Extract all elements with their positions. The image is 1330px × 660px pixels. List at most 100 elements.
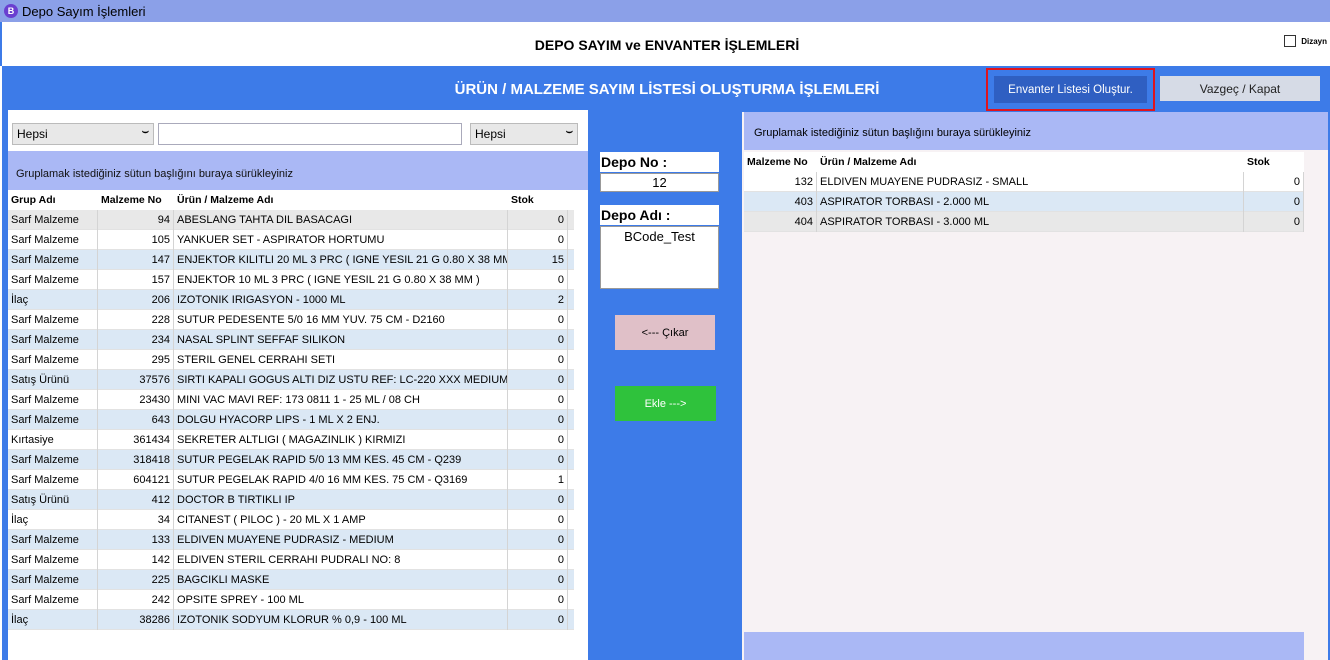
- dizayn-toggle[interactable]: Dizayn: [1284, 35, 1327, 47]
- table-row[interactable]: İlaç 38286 IZOTONIK SODYUM KLORUR % 0,9 - …: [8, 609, 574, 630]
- table-cell: 0: [1244, 171, 1304, 192]
- table-cell: 403: [744, 191, 817, 212]
- table-cell: 361434: [98, 429, 174, 450]
- table-row[interactable]: Sarf Malzeme 105 YANKUER SET - ASPIRATOR H…: [8, 229, 574, 250]
- table-row[interactable]: Sarf Malzeme 142 ELDIVEN STERIL CERRAHI PU…: [8, 549, 574, 570]
- table-row[interactable]: Sarf Malzeme 242 OPSITE SPREY - 100 ML 0: [8, 589, 574, 610]
- depo-no-field[interactable]: 12: [600, 173, 719, 192]
- table-row[interactable]: Sarf Malzeme 23430 MINI VAC MAVI REF: 173 …: [8, 389, 574, 410]
- table-cell: Sarf Malzeme: [8, 569, 98, 590]
- table-cell: IZOTONIK SODYUM KLORUR % 0,9 - 100 ML: [174, 609, 508, 630]
- table-cell: Sarf Malzeme: [8, 469, 98, 490]
- cikar-button[interactable]: <--- Çıkar: [615, 315, 715, 350]
- column-header-malzeme-no[interactable]: Malzeme No: [98, 190, 174, 210]
- column-header-urun-adi[interactable]: Ürün / Malzeme Adı: [817, 152, 1244, 172]
- table-row[interactable]: Sarf Malzeme 147 ENJEKTOR KILITLI 20 ML 3 …: [8, 249, 574, 270]
- table-cell: 0: [508, 369, 568, 390]
- vertical-scrollbar[interactable]: [574, 190, 588, 660]
- table-cell: Sarf Malzeme: [8, 269, 98, 290]
- ekle-button[interactable]: Ekle --->: [615, 386, 716, 421]
- table-cell: Sarf Malzeme: [8, 249, 98, 270]
- table-cell: 0: [508, 409, 568, 430]
- column-header-stok[interactable]: Stok: [508, 190, 568, 210]
- table-cell: 157: [98, 269, 174, 290]
- table-row[interactable]: 404 ASPIRATOR TORBASI - 3.000 ML 0: [744, 211, 1304, 232]
- table-cell: İlaç: [8, 289, 98, 310]
- table-cell: 0: [508, 309, 568, 330]
- count-grid: Malzeme No Ürün / Malzeme Adı Stok 132 EL…: [744, 152, 1304, 232]
- table-row[interactable]: Sarf Malzeme 234 NASAL SPLINT SEFFAF SILIK…: [8, 329, 574, 350]
- table-row[interactable]: Satış Ürünü 412 DOCTOR B TIRTIKLI IP 0: [8, 489, 574, 510]
- table-cell: 0: [508, 269, 568, 290]
- table-row[interactable]: Kırtasiye 361434 SEKRETER ALTLIGI ( MAGAZI…: [8, 429, 574, 450]
- table-cell: IZOTONIK IRIGASYON - 1000 ML: [174, 289, 508, 310]
- table-cell: ENJEKTOR KILITLI 20 ML 3 PRC ( IGNE YESI…: [174, 249, 508, 270]
- table-row[interactable]: Sarf Malzeme 604121 SUTUR PEGELAK RAPID 4/…: [8, 469, 574, 490]
- table-cell: SIRTI KAPALI GOGUS ALTI DIZ USTU REF: LC…: [174, 369, 508, 390]
- column-header-stok[interactable]: Stok: [1244, 152, 1304, 172]
- table-cell: SUTUR PEGELAK RAPID 4/0 16 MM KES. 75 CM…: [174, 469, 508, 490]
- main-panel: ÜRÜN / MALZEME SAYIM LİSTESİ OLUŞTURMA İ…: [2, 66, 1330, 660]
- column-header-malzeme-no[interactable]: Malzeme No: [744, 152, 817, 172]
- table-cell: SUTUR PEDESENTE 5/0 16 MM YUV. 75 CM - D…: [174, 309, 508, 330]
- table-cell: Sarf Malzeme: [8, 329, 98, 350]
- table-cell: 0: [508, 509, 568, 530]
- table-row[interactable]: İlaç 206 IZOTONIK IRIGASYON - 1000 ML 2: [8, 289, 574, 310]
- table-cell: Sarf Malzeme: [8, 309, 98, 330]
- table-cell: 37576: [98, 369, 174, 390]
- envanter-listesi-olustur-button[interactable]: Envanter Listesi Oluştur.: [994, 76, 1147, 103]
- group-filter-select[interactable]: Hepsi ⌣: [12, 123, 154, 145]
- table-cell: 132: [744, 171, 817, 192]
- search-input[interactable]: [158, 123, 462, 145]
- chevron-down-icon: ⌣: [141, 126, 149, 138]
- table-cell: MINI VAC MAVI REF: 173 0811 1 - 25 ML / …: [174, 389, 508, 410]
- table-cell: 206: [98, 289, 174, 310]
- table-row[interactable]: Sarf Malzeme 94 ABESLANG TAHTA DIL BASACAG…: [8, 209, 574, 230]
- table-cell: SEKRETER ALTLIGI ( MAGAZINLIK ) KIRMIZI: [174, 429, 508, 450]
- table-cell: 15: [508, 249, 568, 270]
- column-header-grup[interactable]: Grup Adı: [8, 190, 98, 210]
- group-drop-area[interactable]: Gruplamak istediğiniz sütun başlığını bu…: [744, 112, 1328, 150]
- table-row[interactable]: Sarf Malzeme 157 ENJEKTOR 10 ML 3 PRC ( IG…: [8, 269, 574, 290]
- table-cell: Satış Ürünü: [8, 489, 98, 510]
- table-cell: Sarf Malzeme: [8, 229, 98, 250]
- dizayn-label: Dizayn: [1301, 36, 1327, 46]
- depo-adi-field[interactable]: BCode_Test: [600, 226, 719, 289]
- table-cell: ELDIVEN MUAYENE PUDRASIZ - SMALL: [817, 171, 1244, 192]
- page-header: DEPO SAYIM ve ENVANTER İŞLEMLERİ Dizayn: [0, 22, 1330, 66]
- table-row[interactable]: İlaç 34 CITANEST ( PILOC ) - 20 ML X 1 AMP…: [8, 509, 574, 530]
- table-row[interactable]: 403 ASPIRATOR TORBASI - 2.000 ML 0: [744, 191, 1304, 212]
- dizayn-checkbox[interactable]: [1284, 35, 1297, 47]
- table-cell: SUTUR PEGELAK RAPID 5/0 13 MM KES. 45 CM…: [174, 449, 508, 470]
- table-cell: ENJEKTOR 10 ML 3 PRC ( IGNE YESIL 21 G 0…: [174, 269, 508, 290]
- app-logo-icon: B: [4, 4, 18, 18]
- window-title: Depo Sayım İşlemleri: [22, 3, 146, 19]
- table-cell: 23430: [98, 389, 174, 410]
- table-row[interactable]: Sarf Malzeme 228 SUTUR PEDESENTE 5/0 16 MM…: [8, 309, 574, 330]
- table-row[interactable]: Sarf Malzeme 133 ELDIVEN MUAYENE PUDRASIZ …: [8, 529, 574, 550]
- table-cell: 38286: [98, 609, 174, 630]
- table-cell: 0: [1244, 191, 1304, 212]
- table-cell: 643: [98, 409, 174, 430]
- table-row[interactable]: Sarf Malzeme 295 STERIL GENEL CERRAHI SETI…: [8, 349, 574, 370]
- table-cell: 0: [508, 229, 568, 250]
- table-cell: Sarf Malzeme: [8, 549, 98, 570]
- grid-header: Malzeme No Ürün / Malzeme Adı Stok: [744, 152, 1304, 172]
- table-row[interactable]: Sarf Malzeme 643 DOLGU HYACORP LIPS - 1 ML…: [8, 409, 574, 430]
- group-drop-area[interactable]: Gruplamak istediğiniz sütun başlığını bu…: [8, 151, 588, 190]
- table-row[interactable]: 132 ELDIVEN MUAYENE PUDRASIZ - SMALL 0: [744, 171, 1304, 192]
- column-header-urun-adi[interactable]: Ürün / Malzeme Adı: [174, 190, 508, 210]
- table-cell: 2: [508, 289, 568, 310]
- table-row[interactable]: Sarf Malzeme 318418 SUTUR PEGELAK RAPID 5/…: [8, 449, 574, 470]
- table-cell: Kırtasiye: [8, 429, 98, 450]
- table-row[interactable]: Sarf Malzeme 225 BAGCIKLI MASKE 0: [8, 569, 574, 590]
- table-cell: Sarf Malzeme: [8, 389, 98, 410]
- vazgec-kapat-button[interactable]: Vazgeç / Kapat: [1160, 76, 1320, 101]
- table-cell: 404: [744, 211, 817, 232]
- table-cell: 105: [98, 229, 174, 250]
- stock-filter-select[interactable]: Hepsi ⌣: [470, 123, 578, 145]
- table-cell: 133: [98, 529, 174, 550]
- table-cell: 0: [508, 529, 568, 550]
- table-row[interactable]: Satış Ürünü 37576 SIRTI KAPALI GOGUS ALTI …: [8, 369, 574, 390]
- table-cell: Sarf Malzeme: [8, 409, 98, 430]
